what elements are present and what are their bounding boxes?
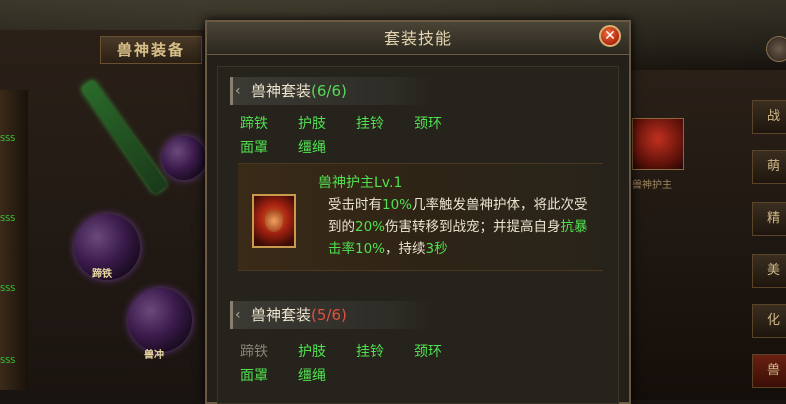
- set-piece: 颈环: [414, 116, 442, 132]
- set-skill-card: 兽神护主Lv.1 受击时有10%几率触发兽神护体，将此次受到的20%伤害转移到战…: [238, 163, 603, 271]
- set-piece: 挂铃: [356, 116, 384, 132]
- set-title: 兽神套装(6/6): [251, 77, 347, 105]
- desc-value: 20%: [355, 219, 386, 235]
- set-piece: 面罩: [240, 368, 268, 384]
- strip-rank-label: SSS: [0, 356, 16, 365]
- strip-rank-label: SSS: [0, 214, 16, 223]
- skill-description: 受击时有10%几率触发兽神护体，将此次受到的20%伤害转移到战宠；并提高自身抗暴…: [328, 194, 588, 260]
- equipment-slot-charge[interactable]: [128, 288, 192, 352]
- set-header: ‹ 兽神套装(5/6): [230, 301, 433, 329]
- side-tab-transform[interactable]: 化: [752, 304, 786, 338]
- close-button[interactable]: ✕: [599, 25, 621, 47]
- equipment-panel-title: 兽神装备: [100, 36, 202, 64]
- skill-portrait: [265, 210, 283, 232]
- set-piece: 缰绳: [298, 140, 326, 156]
- strip-rank-label: SSS: [0, 284, 16, 293]
- desc-text: ，持续: [385, 241, 426, 257]
- charge-slot-label: 兽冲: [144, 350, 164, 361]
- desc-value: 10%: [382, 197, 413, 213]
- side-tab-beast[interactable]: 兽: [752, 354, 786, 388]
- hoof-slot-label: 蹄铁: [92, 269, 112, 280]
- chevron-left-icon: ‹: [235, 83, 241, 99]
- desc-text: 受击时有: [328, 197, 382, 213]
- pet-portrait: [632, 118, 684, 170]
- close-icon: ✕: [604, 28, 616, 44]
- panel-close-icon[interactable]: [766, 36, 786, 62]
- side-tab-battle[interactable]: 战: [752, 100, 786, 134]
- skill-name: 兽神护主Lv.1: [318, 175, 403, 191]
- set-piece: 护肢: [298, 344, 326, 360]
- equipment-list-strip: SSS SSS SSS SSS: [0, 90, 28, 390]
- chevron-left-icon: ‹: [235, 307, 241, 323]
- pet-name-label: 兽神护主: [632, 180, 672, 191]
- side-tab-beauty[interactable]: 美: [752, 254, 786, 288]
- desc-text: 伤害转移到战宠；并提高自身: [385, 219, 561, 235]
- desc-value: 3秒: [425, 241, 448, 257]
- set-count: (6/6): [311, 82, 347, 100]
- set-list[interactable]: ‹ 兽神套装(6/6) 蹄铁 护肢 挂铃 颈环 面罩 缰绳 兽神护主Lv.1 受…: [217, 66, 619, 404]
- side-tab-refine[interactable]: 精: [752, 202, 786, 236]
- set-piece: 护肢: [298, 116, 326, 132]
- set-header: ‹ 兽神套装(6/6): [230, 77, 433, 105]
- set-name: 兽神套装: [251, 82, 312, 100]
- set-title: 兽神套装(5/6): [251, 301, 347, 329]
- beast-guardian-icon: [252, 194, 296, 248]
- strip-rank-label: SSS: [0, 134, 16, 143]
- side-tab-cute[interactable]: 萌: [752, 150, 786, 184]
- set-piece: 颈环: [414, 344, 442, 360]
- set-piece: 面罩: [240, 140, 268, 156]
- set-piece: 蹄铁: [240, 344, 268, 360]
- equipment-slot-orb[interactable]: [162, 136, 206, 180]
- set-count: (5/6): [311, 306, 347, 324]
- dialog-title: 套装技能: [383, 29, 452, 48]
- set-piece: 缰绳: [298, 368, 326, 384]
- set-skill-dialog: 套装技能 ✕ ‹ 兽神套装(6/6) 蹄铁 护肢 挂铃 颈环 面罩 缰绳 兽神护…: [205, 20, 631, 404]
- set-name: 兽神套装: [251, 306, 312, 324]
- set-piece: 挂铃: [356, 344, 384, 360]
- set-piece: 蹄铁: [240, 116, 268, 132]
